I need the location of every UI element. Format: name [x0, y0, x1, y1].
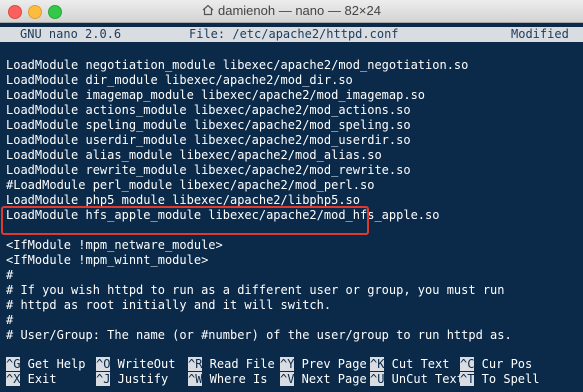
shortcut-key: ^Y [280, 357, 295, 371]
file-line[interactable]: # httpd as root initially and it will sw… [6, 298, 331, 313]
window-title: damienoh — nano — 82×24 [0, 3, 583, 18]
title-bar[interactable]: damienoh — nano — 82×24 [0, 0, 583, 23]
file-line[interactable]: LoadModule actions_module libexec/apache… [6, 103, 411, 118]
shortcut-key: ^J [96, 372, 111, 386]
shortcut-key: ^O [96, 357, 111, 371]
shortcut-label: Exit [20, 372, 57, 386]
shortcut-key: ^X [6, 372, 21, 386]
terminal-window: damienoh — nano — 82×24 GNU nano 2.0.6 F… [0, 0, 583, 392]
shortcut-item[interactable]: ^R Read File [188, 357, 275, 372]
shortcut-item[interactable]: ^T To Spell [460, 372, 539, 387]
nano-status-bar: GNU nano 2.0.6 File: /etc/apache2/httpd.… [0, 27, 583, 42]
shortcut-item[interactable]: ^C Cur Pos [460, 357, 532, 372]
shortcut-item[interactable]: ^X Exit [6, 372, 57, 387]
shortcut-key: ^U [370, 372, 385, 386]
file-path: File: /etc/apache2/httpd.conf [189, 27, 399, 41]
file-line[interactable]: LoadModule rewrite_module libexec/apache… [6, 163, 411, 178]
shortcut-key: ^K [370, 357, 385, 371]
window-title-text: damienoh — nano — 82×24 [218, 3, 381, 18]
file-line[interactable]: #LoadModule perl_module libexec/apache2/… [6, 178, 374, 193]
shortcut-label: WriteOut [110, 357, 176, 371]
shortcut-label: Next Page [294, 372, 367, 386]
file-line[interactable]: <IfModule !mpm_netware_module> [6, 238, 223, 253]
shortcut-item[interactable]: ^Y Prev Page [280, 357, 367, 372]
home-icon [202, 4, 214, 16]
nano-version: GNU nano 2.0.6 [20, 27, 122, 41]
highlight-box [1, 206, 369, 235]
shortcut-label: Prev Page [294, 357, 367, 371]
modified-indicator: Modified [511, 27, 569, 41]
shortcut-label: Read File [202, 357, 275, 371]
file-line[interactable]: LoadModule imagemap_module libexec/apach… [6, 88, 425, 103]
shortcut-label: UnCut Text [384, 372, 464, 386]
shortcut-item[interactable]: ^U UnCut Text [370, 372, 464, 387]
file-line[interactable]: LoadModule negotiation_module libexec/ap… [6, 58, 468, 73]
shortcut-item[interactable]: ^G Get Help [6, 357, 85, 372]
file-line[interactable]: LoadModule alias_module libexec/apache2/… [6, 148, 382, 163]
file-line[interactable]: LoadModule speling_module libexec/apache… [6, 118, 411, 133]
shortcut-key: ^C [460, 357, 475, 371]
file-line[interactable]: LoadModule dir_module libexec/apache2/mo… [6, 73, 353, 88]
shortcut-item[interactable]: ^K Cut Text [370, 357, 449, 372]
shortcut-item[interactable]: ^O WriteOut [96, 357, 175, 372]
shortcut-label: Cut Text [384, 357, 450, 371]
shortcut-key: ^R [188, 357, 203, 371]
shortcut-key: ^W [188, 372, 203, 386]
shortcut-label: Justify [110, 372, 169, 386]
shortcut-label: Where Is [202, 372, 268, 386]
file-line[interactable]: LoadModule userdir_module libexec/apache… [6, 133, 411, 148]
file-line[interactable]: # If you wish httpd to run as a differen… [6, 283, 505, 298]
shortcut-key: ^T [460, 372, 475, 386]
file-line[interactable]: <IfModule !mpm_winnt_module> [6, 253, 208, 268]
nano-editor[interactable]: GNU nano 2.0.6 File: /etc/apache2/httpd.… [0, 23, 583, 392]
shortcut-key: ^V [280, 372, 295, 386]
shortcut-label: To Spell [474, 372, 540, 386]
shortcut-label: Get Help [20, 357, 86, 371]
shortcut-item[interactable]: ^W Where Is [188, 372, 267, 387]
shortcut-item[interactable]: ^V Next Page [280, 372, 367, 387]
shortcut-item[interactable]: ^J Justify [96, 372, 168, 387]
file-line[interactable]: # [6, 313, 13, 328]
shortcut-key: ^G [6, 357, 21, 371]
shortcut-label: Cur Pos [474, 357, 533, 371]
file-line[interactable]: # User/Group: The name (or #number) of t… [6, 328, 512, 343]
file-line[interactable]: # [6, 268, 13, 283]
